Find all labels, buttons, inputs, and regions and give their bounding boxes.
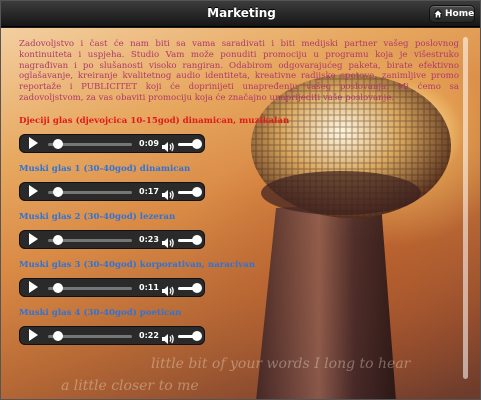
volume-icon[interactable] xyxy=(161,138,175,157)
track-title: Djeciji glas (djevojcica 10-15god) dinam… xyxy=(19,115,290,126)
track-list: Djeciji glas (djevojcica 10-15god) dinam… xyxy=(19,115,459,345)
volume-icon[interactable] xyxy=(161,234,175,253)
play-icon[interactable] xyxy=(29,329,38,342)
volume-icon[interactable] xyxy=(161,282,175,301)
audio-player: 0:22 xyxy=(19,325,205,345)
play-icon[interactable] xyxy=(29,233,38,246)
home-button[interactable]: Home xyxy=(429,5,475,23)
duration-label: 0:11 xyxy=(139,282,159,292)
header-bar: Marketing Home xyxy=(1,1,480,27)
audio-player: 0:11 xyxy=(19,277,205,297)
home-button-label: Home xyxy=(445,9,475,19)
seek-handle[interactable] xyxy=(53,186,63,197)
app-frame: little bit of your words I long to hear … xyxy=(0,0,481,400)
volume-icon[interactable] xyxy=(161,186,175,205)
seek-handle[interactable] xyxy=(53,282,63,293)
track-item: Muski glas 1 (30-40god) dinamican 0:17 xyxy=(19,163,459,201)
volume-handle[interactable] xyxy=(192,234,202,245)
play-icon[interactable] xyxy=(29,281,38,294)
content-area: Zadovoljstvo i čast će nam biti sa vama … xyxy=(19,39,459,345)
track-item: Djeciji glas (djevojcica 10-15god) dinam… xyxy=(19,115,459,153)
duration-label: 0:17 xyxy=(139,186,159,196)
scrollbar[interactable] xyxy=(463,37,468,379)
duration-label: 0:22 xyxy=(139,330,159,340)
seek-handle[interactable] xyxy=(53,138,63,149)
track-item: Muski glas 2 (30-40god) lezeran 0:23 xyxy=(19,211,459,249)
audio-player: 0:17 xyxy=(19,181,205,201)
volume-handle[interactable] xyxy=(192,330,202,341)
volume-handle[interactable] xyxy=(192,186,202,197)
page-title: Marketing xyxy=(207,6,276,20)
track-item: Muski glas 3 (30-40god) korporativan, na… xyxy=(19,259,459,297)
background-cursive-text: little bit of your words I long to hear xyxy=(151,356,411,372)
play-icon[interactable] xyxy=(29,137,38,150)
duration-label: 0:23 xyxy=(139,234,159,244)
track-item: Muski glas 4 (30-40god) poetican 0:22 xyxy=(19,307,459,345)
audio-player: 0:09 xyxy=(19,133,205,153)
track-title: Muski glas 2 (30-40god) lezeran xyxy=(19,211,176,222)
volume-icon[interactable] xyxy=(161,330,175,349)
background-cursive-text: a little closer to me xyxy=(61,378,199,394)
play-icon[interactable] xyxy=(29,185,38,198)
track-title: Muski glas 1 (30-40god) dinamican xyxy=(19,163,191,174)
audio-player: 0:23 xyxy=(19,229,205,249)
track-title: Muski glas 3 (30-40god) korporativan, na… xyxy=(19,259,256,270)
volume-handle[interactable] xyxy=(192,138,202,149)
track-title: Muski glas 4 (30-40god) poetican xyxy=(19,307,182,318)
home-icon xyxy=(434,8,442,20)
seek-handle[interactable] xyxy=(53,234,63,245)
intro-paragraph: Zadovoljstvo i čast će nam biti sa vama … xyxy=(19,39,459,103)
seek-handle[interactable] xyxy=(53,330,63,341)
duration-label: 0:09 xyxy=(139,138,159,148)
volume-handle[interactable] xyxy=(192,282,202,293)
